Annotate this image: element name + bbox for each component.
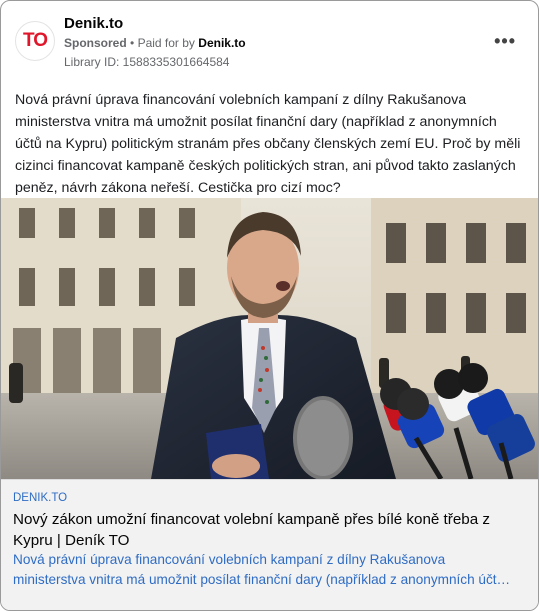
link-preview[interactable]: DENIK.TO Nový zákon umožní financovat vo… <box>1 479 538 610</box>
photo-illustration <box>1 198 538 479</box>
link-description: Nová právní úprava financování volebních… <box>13 550 528 590</box>
page-name-link[interactable]: Denik.to <box>64 15 123 32</box>
link-description-line-1: Nová právní úprava financování volebních… <box>13 552 446 567</box>
avatar-logo-text: TO <box>22 30 48 51</box>
paid-for-by-prefix: Paid for by <box>137 36 195 50</box>
ad-card: TO Denik.to Sponsored • Paid for by Deni… <box>0 0 539 611</box>
link-domain: DENIK.TO <box>13 492 68 504</box>
sponsored-line: Sponsored • Paid for by Denik.to <box>64 36 246 50</box>
sponsored-label: Sponsored <box>64 36 127 50</box>
link-title[interactable]: Nový zákon umožní financovat volební kam… <box>13 509 528 551</box>
post-header: TO Denik.to Sponsored • Paid for by Deni… <box>1 1 538 81</box>
post-text: Nová právní úprava financování volebních… <box>15 92 521 196</box>
link-description-line-2: ministerstva vnitra má umožnit posílat f… <box>13 572 511 587</box>
post-image[interactable] <box>1 198 538 479</box>
library-id: Library ID: 1588335301664584 <box>64 55 230 69</box>
separator-dot: • <box>130 36 138 50</box>
paid-for-by-name[interactable]: Denik.to <box>198 36 245 50</box>
more-horizontal-icon[interactable]: ••• <box>494 31 516 52</box>
page-avatar[interactable]: TO <box>15 21 55 61</box>
